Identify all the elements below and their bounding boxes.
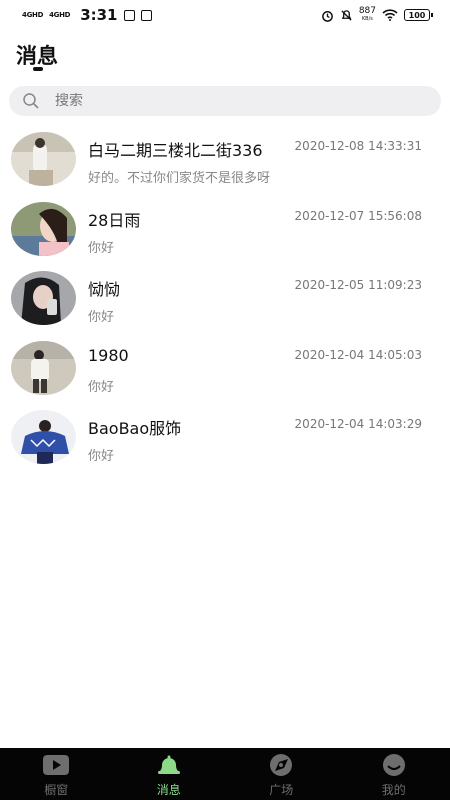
avatar-photo [11, 201, 76, 256]
conversation-time: 2020-12-05 11:09:23 [294, 278, 422, 292]
nav-item-showcase[interactable]: 橱窗 [0, 748, 113, 800]
nav-label: 消息 [156, 783, 181, 797]
conversation-preview: 你好 [88, 240, 115, 256]
conversation-preview: 你好 [88, 310, 115, 325]
signal-indicator-2: 4GHD [49, 11, 71, 19]
net-speed: 887 KB/s [359, 7, 376, 23]
conversation-name: 恸恸 [88, 280, 121, 299]
avatar-photo [11, 340, 76, 395]
conversation-time: 2020-12-04 14:05:03 [294, 347, 422, 362]
app-notification-icon [140, 9, 152, 21]
compass-icon [270, 754, 293, 776]
conversation-list: 白马二期三楼北二街336 2020-12-08 14:33:31 好的。不过你们… [0, 124, 450, 472]
avatar[interactable] [11, 340, 76, 395]
avatar[interactable] [11, 271, 76, 325]
nav-label: 我的 [381, 783, 406, 797]
status-time: 3:31 [80, 6, 118, 24]
title-underline-indicator [33, 67, 43, 71]
nav-label: 橱窗 [44, 783, 69, 797]
nav-item-mine[interactable]: 我的 [338, 748, 450, 800]
conversation-name: BaoBao服饰 [88, 419, 182, 438]
wifi-icon [382, 9, 398, 21]
nav-item-messages[interactable]: 消息 [113, 748, 226, 800]
nav-label: 广场 [269, 783, 294, 797]
conversation-name: 白马二期三楼北二街336 [88, 141, 263, 160]
avatar-photo [11, 271, 76, 325]
conversation-name: 1980 [88, 345, 129, 365]
avatar[interactable] [11, 132, 76, 186]
conversation-item[interactable]: 28日雨 2020-12-07 15:56:08 你好 [0, 194, 450, 264]
conversation-preview: 你好 [88, 449, 115, 464]
conversation-item[interactable]: 1980 2020-12-04 14:05:03 你好 [0, 333, 450, 403]
conversation-name: 28日雨 [88, 210, 141, 230]
face-icon [382, 754, 405, 776]
search-bar[interactable] [9, 86, 441, 116]
alarm-icon [321, 10, 333, 22]
net-speed-unit: KB/s [361, 16, 373, 22]
page-title: 消息 [16, 44, 58, 68]
search-icon [23, 93, 39, 109]
conversation-item[interactable]: 白马二期三楼北二街336 2020-12-08 14:33:31 好的。不过你们… [0, 124, 450, 194]
avatar-photo [11, 132, 76, 186]
conversation-item[interactable]: 恸恸 2020-12-05 11:09:23 你好 [0, 263, 450, 333]
avatar-photo [11, 410, 76, 464]
bell-icon [157, 755, 180, 774]
status-bar: 4GHD 4GHD 3:31 887 KB/s 100 [0, 0, 450, 30]
signal-indicator-1: 4GHD [22, 11, 44, 19]
avatar[interactable] [11, 410, 76, 464]
nav-item-square[interactable]: 广场 [225, 748, 338, 800]
conversation-time: 2020-12-04 14:03:29 [294, 417, 422, 431]
mute-icon [341, 9, 352, 21]
conversation-preview: 你好 [88, 379, 115, 395]
bottom-nav: 橱窗 消息 广场 我的 [0, 748, 450, 800]
search-input[interactable] [55, 93, 395, 109]
play-icon [43, 755, 70, 775]
avatar[interactable] [11, 201, 76, 256]
status-bar-right: 887 KB/s 100 [321, 7, 433, 23]
notification-icon [123, 9, 135, 21]
conversation-time: 2020-12-07 15:56:08 [294, 208, 422, 223]
conversation-preview: 好的。不过你们家货不是很多呀 [88, 171, 271, 186]
status-bar-left: 4GHD 4GHD 3:31 [22, 6, 152, 24]
conversation-item[interactable]: BaoBao服饰 2020-12-04 14:03:29 你好 [0, 402, 450, 472]
battery-icon: 100 [404, 9, 433, 21]
conversation-time: 2020-12-08 14:33:31 [294, 139, 422, 153]
